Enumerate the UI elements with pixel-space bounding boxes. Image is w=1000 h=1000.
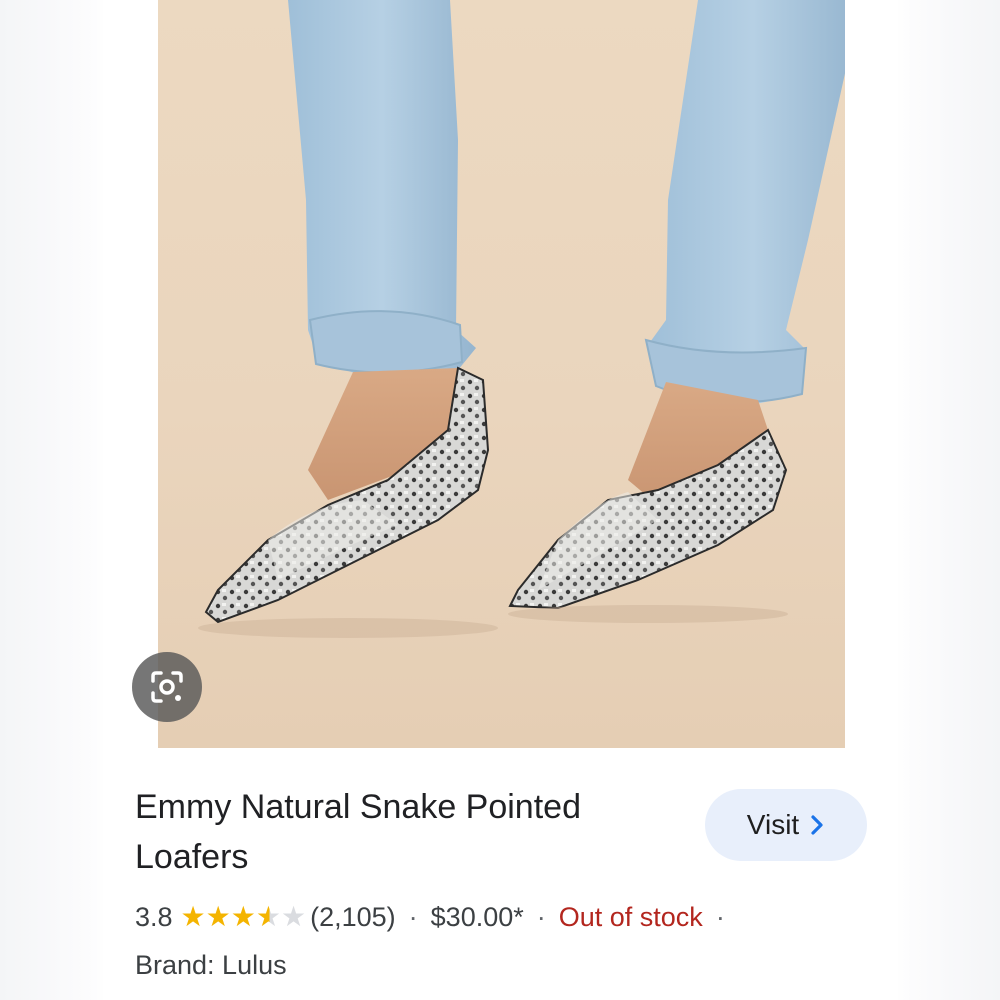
product-meta-row: 3.8 ★ ★ ★ ★ ★ (2,105) · $30.00* · Out of…: [135, 895, 738, 939]
brand-label: Brand: Lulus: [135, 950, 287, 980]
google-lens-button[interactable]: [132, 652, 202, 722]
star-rating: ★ ★ ★ ★ ★: [181, 903, 307, 931]
product-title[interactable]: Emmy Natural Snake Pointed Loafers: [135, 782, 675, 882]
left-blur-margin: [0, 0, 110, 1000]
product-card[interactable]: Emmy Natural Snake Pointed Loafers Visit…: [103, 0, 898, 1000]
availability-status: Out of stock: [558, 901, 703, 932]
star-empty-icon: ★: [280, 901, 307, 932]
visit-button-label: Visit: [746, 809, 800, 840]
star-icon: ★: [230, 901, 256, 932]
price: $30.00*: [430, 901, 524, 932]
separator-dot: ·: [408, 901, 418, 932]
star-icon: ★: [205, 901, 231, 932]
rating-value: 3.8: [135, 901, 173, 932]
product-photo-illustration: [198, 0, 845, 638]
review-count[interactable]: (2,105): [310, 902, 396, 933]
chevron-right-icon: [811, 815, 823, 835]
separator-dot: ·: [536, 901, 546, 932]
right-blur-margin: [890, 0, 1000, 1000]
product-image[interactable]: [158, 0, 845, 748]
star-icon: ★: [180, 901, 206, 932]
star-partial-icon: ★: [255, 901, 281, 932]
visit-button[interactable]: Visit: [705, 789, 867, 861]
separator-dot: ·: [715, 901, 725, 932]
google-lens-icon: [151, 671, 183, 703]
